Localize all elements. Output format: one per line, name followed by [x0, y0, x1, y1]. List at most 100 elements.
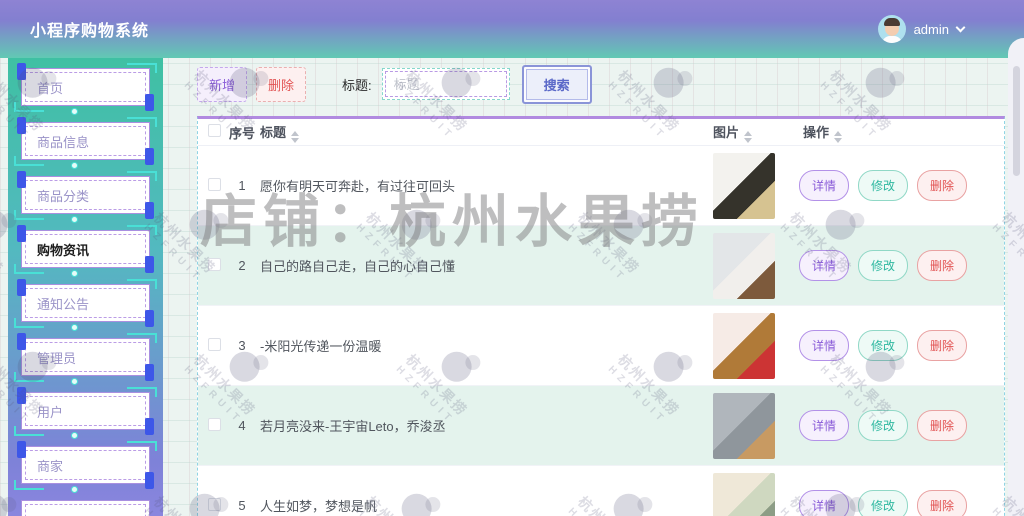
- sidebar-item-2[interactable]: 商品分类: [14, 171, 157, 223]
- edit-button[interactable]: 修改: [858, 330, 909, 361]
- row-delete-button[interactable]: 删除: [917, 490, 968, 516]
- scrollbar-track[interactable]: [1008, 38, 1024, 516]
- row-title: 人生如梦，梦想是帆: [260, 499, 378, 514]
- row-title: 自己的路自己走，自己的心自己懂: [260, 259, 456, 274]
- row-number: 3: [238, 338, 246, 353]
- corner-accent: [14, 426, 78, 439]
- corner-accent: [17, 441, 26, 458]
- corner-accent: [14, 264, 78, 277]
- column-header-action-label: 操作: [803, 124, 830, 140]
- row-number: 5: [238, 498, 246, 513]
- corner-accent: [17, 171, 26, 188]
- row-number: 1: [238, 178, 246, 193]
- corner-accent: [17, 63, 26, 80]
- detail-button[interactable]: 详情: [799, 490, 850, 516]
- row-number: 2: [238, 258, 246, 273]
- corner-accent: [14, 372, 78, 385]
- search-button[interactable]: 搜索: [521, 64, 592, 104]
- column-header-image-label: 图片: [713, 124, 740, 140]
- column-header-no: 序号: [228, 125, 255, 141]
- user-name: admin: [913, 21, 949, 37]
- table-row-2: 2 自己的路自己走，自己的心自己懂 详情 修改 删除: [198, 226, 1004, 306]
- sidebar-item-6[interactable]: 用户: [14, 387, 157, 439]
- sidebar-item-label: 用户: [37, 404, 64, 420]
- column-header-title-label: 标题: [260, 124, 287, 140]
- user-avatar: [877, 15, 906, 43]
- row-image-pet-chew-sticks-product[interactable]: [713, 152, 775, 219]
- title-field-label: 标题:: [342, 77, 372, 93]
- detail-button[interactable]: 详情: [799, 170, 850, 201]
- row-delete-button[interactable]: 删除: [917, 330, 968, 361]
- corner-accent: [145, 364, 154, 381]
- edit-button[interactable]: 修改: [858, 170, 909, 201]
- select-all-checkbox[interactable]: [208, 124, 221, 137]
- corner-accent: [145, 256, 154, 273]
- row-image-pet-water-fountain[interactable]: [713, 472, 775, 516]
- sort-action-control[interactable]: [834, 130, 843, 143]
- sidebar-item-label: 通知公告: [37, 296, 90, 312]
- column-header-title: 标题: [260, 122, 699, 143]
- delete-button[interactable]: 删除: [256, 66, 307, 102]
- scrollbar-thumb[interactable]: [1013, 66, 1020, 176]
- table-body: 1 愿你有明天可奔赴，有过往可回头 详情 修改 删除 2 自己的路自己走，自己的心自己懂 详情…: [198, 146, 1004, 516]
- edit-button[interactable]: 修改: [858, 490, 909, 516]
- row-delete-button[interactable]: 删除: [917, 170, 968, 201]
- row-checkbox[interactable]: [208, 497, 221, 511]
- edit-button[interactable]: 修改: [858, 250, 909, 281]
- row-image-dog-with-crown-and-gifts[interactable]: [713, 312, 775, 379]
- row-delete-button[interactable]: 删除: [917, 410, 968, 441]
- sidebar-item-1[interactable]: 商品信息: [14, 117, 157, 169]
- sidebar-item-5[interactable]: 管理员: [14, 333, 157, 385]
- sidebar-item-partial[interactable]: [21, 500, 150, 516]
- corner-accent: [127, 387, 157, 397]
- row-checkbox[interactable]: [208, 337, 221, 351]
- row-checkbox[interactable]: [208, 257, 221, 271]
- corner-accent: [17, 225, 26, 242]
- add-button[interactable]: 新增: [197, 66, 248, 102]
- corner-accent: [14, 318, 78, 331]
- row-number: 4: [238, 418, 246, 433]
- table-header-row: 序号 标题 图片 操作: [198, 119, 1004, 146]
- table-row-3: 3 -米阳光传递一份温暖 详情 修改 删除: [198, 306, 1004, 386]
- sidebar-item-label: 购物资讯: [37, 242, 90, 258]
- detail-button[interactable]: 详情: [799, 250, 850, 281]
- app-title: 小程序购物系统: [30, 23, 150, 40]
- sidebar-item-4[interactable]: 通知公告: [14, 279, 157, 331]
- sidebar-item-label: 商品信息: [37, 134, 90, 150]
- row-checkbox[interactable]: [208, 417, 221, 431]
- table-row-4: 4 若月亮没来-王宇宙Leto，乔浚丞 详情 修改 删除: [198, 386, 1004, 466]
- corner-accent: [14, 480, 78, 493]
- main-content: 新增 删除 标题: 搜索 序号 标题 图片 操作 1 愿你有明天可奔赴，有过往可回…: [197, 64, 1005, 516]
- table-row-5: 5 人生如梦，梦想是帆 详情 修改 删除: [198, 466, 1004, 516]
- sidebar-item-label: 商品分类: [37, 188, 90, 204]
- corner-accent: [127, 225, 157, 235]
- title-search-input[interactable]: [384, 71, 507, 97]
- sidebar-item-0[interactable]: 首页: [14, 63, 157, 115]
- user-menu[interactable]: admin: [877, 15, 966, 43]
- row-image-dog-in-dryer-machine[interactable]: [713, 392, 775, 459]
- sidebar-item-label: 首页: [37, 80, 64, 96]
- corner-accent: [145, 418, 154, 435]
- row-image-dogs-eating-from-bowl[interactable]: [713, 232, 775, 299]
- sidebar-item-3[interactable]: 购物资讯: [14, 225, 157, 277]
- chevron-down-icon: [955, 22, 966, 32]
- sidebar-item-7[interactable]: 商家: [14, 441, 157, 493]
- edit-button[interactable]: 修改: [858, 410, 909, 441]
- row-checkbox[interactable]: [208, 177, 221, 191]
- row-delete-button[interactable]: 删除: [917, 250, 968, 281]
- detail-button[interactable]: 详情: [799, 410, 850, 441]
- corner-accent: [127, 333, 157, 343]
- corner-accent: [14, 156, 78, 169]
- corner-accent: [14, 210, 78, 223]
- sort-title-control[interactable]: [291, 130, 300, 143]
- avatar-shirt: [881, 36, 902, 43]
- column-header-action: 操作: [799, 122, 1004, 143]
- table-row-1: 1 愿你有明天可奔赴，有过往可回头 详情 修改 删除: [198, 146, 1004, 226]
- detail-button[interactable]: 详情: [799, 330, 850, 361]
- row-title: 愿你有明天可奔赴，有过往可回头: [260, 179, 456, 194]
- corner-accent: [127, 441, 157, 451]
- sidebar-item-label: 管理员: [37, 350, 77, 366]
- corner-accent: [145, 202, 154, 219]
- corner-accent: [17, 333, 26, 350]
- sort-image-control[interactable]: [744, 130, 753, 143]
